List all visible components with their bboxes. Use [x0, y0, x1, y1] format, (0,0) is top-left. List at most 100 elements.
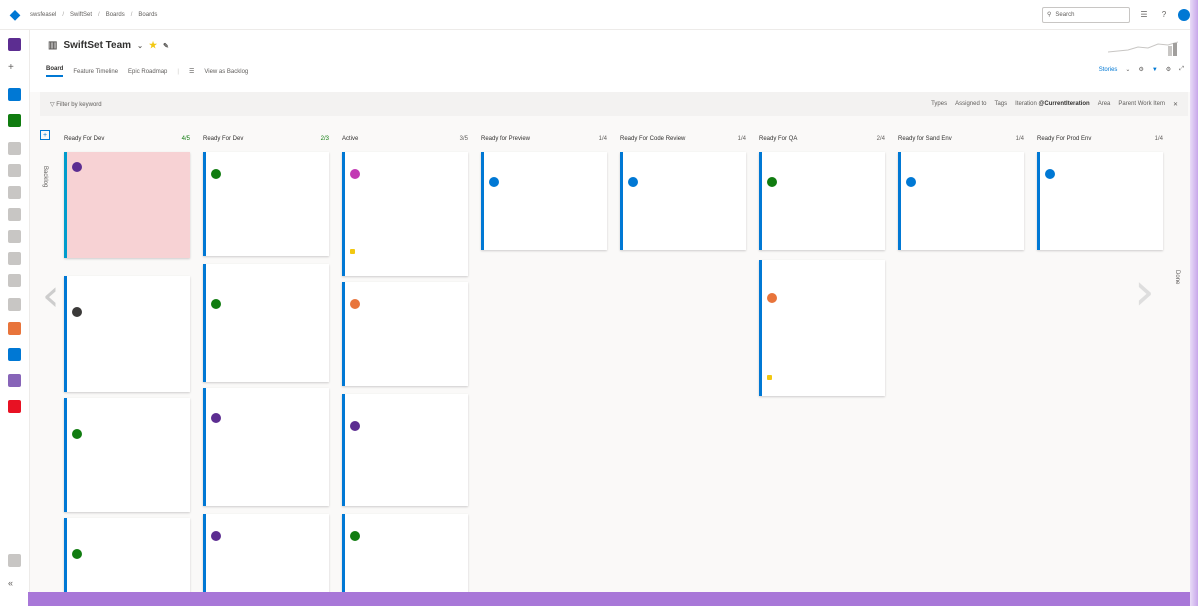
tab-board[interactable]: Board	[46, 66, 64, 77]
column-header[interactable]: Active 3/5	[342, 130, 472, 148]
card-assignee[interactable]	[767, 177, 880, 187]
collapse-icon[interactable]: «	[8, 578, 21, 591]
expand-icon[interactable]: ⤢	[1179, 66, 1184, 73]
analytics-icon[interactable]	[8, 274, 21, 287]
breadcrumb-item[interactable]: Boards	[138, 12, 157, 18]
team-name[interactable]: SwiftSet Team	[63, 40, 131, 51]
overview-icon[interactable]	[8, 88, 21, 101]
card-assignee[interactable]	[767, 293, 880, 303]
filter-iteration[interactable]: Iteration @CurrentIteration	[1015, 101, 1090, 108]
work-item-card[interactable]	[342, 282, 468, 386]
work-item-card[interactable]	[759, 152, 885, 250]
gear-icon[interactable]: ⚙	[1166, 66, 1171, 73]
project-icon[interactable]	[8, 38, 21, 51]
work-item-card[interactable]	[203, 388, 329, 506]
queries-icon[interactable]	[8, 230, 21, 243]
column-header[interactable]: Ready For Code Review 1/4	[620, 130, 750, 148]
help-icon[interactable]: ?	[1158, 9, 1170, 21]
column-header[interactable]: Ready for Sand Env 1/4	[898, 130, 1028, 148]
backlog-level-select[interactable]: Stories	[1099, 67, 1118, 73]
done-column-label[interactable]: Done	[1174, 270, 1180, 284]
avatar	[350, 299, 360, 309]
top-bar: ◆ swsfeasel / SwiftSet / Boards / Boards…	[0, 0, 1198, 30]
work-item-card[interactable]	[64, 152, 190, 258]
card-assignee[interactable]	[350, 531, 463, 541]
work-item-card[interactable]	[203, 264, 329, 382]
backlogs-icon[interactable]	[8, 186, 21, 199]
filter-assigned-to[interactable]: Assigned to	[955, 101, 986, 108]
work-item-card[interactable]	[203, 152, 329, 256]
filter-tags[interactable]: Tags	[994, 101, 1007, 108]
card-assignee[interactable]	[628, 177, 741, 187]
column-header[interactable]: Ready For Dev 2/3	[203, 130, 333, 148]
repos-icon[interactable]	[8, 298, 21, 311]
work-item-card[interactable]	[481, 152, 607, 250]
card-assignee[interactable]	[211, 169, 324, 179]
add-icon[interactable]: +	[8, 62, 21, 75]
filter-keyword-input[interactable]: ▽ Filter by keyword	[40, 101, 102, 108]
breadcrumb-item[interactable]: swsfeasel	[30, 12, 56, 18]
card-assignee[interactable]	[350, 299, 463, 309]
work-item-card[interactable]	[64, 276, 190, 392]
view-as-backlog-link[interactable]: View as Backlog	[204, 69, 248, 75]
team-settings-icon[interactable]: ✎	[163, 42, 169, 50]
delivery-plans-icon[interactable]	[8, 252, 21, 265]
azure-devops-logo-icon[interactable]: ◆	[0, 0, 30, 30]
card-assignee[interactable]	[211, 413, 324, 423]
filter-parent-work-item[interactable]: Parent Work Item	[1118, 101, 1165, 108]
settings-gear-icon[interactable]: ⚙	[1138, 66, 1143, 73]
tab-feature-timeline[interactable]: Feature Timeline	[73, 69, 118, 75]
card-assignee[interactable]	[211, 531, 324, 541]
extension-icon[interactable]	[8, 400, 21, 413]
work-item-card[interactable]	[203, 514, 329, 596]
card-assignee[interactable]	[72, 162, 185, 172]
card-assignee[interactable]	[350, 421, 463, 431]
card-assignee[interactable]	[906, 177, 1019, 187]
card-assignee[interactable]	[72, 429, 185, 439]
work-item-card[interactable]	[620, 152, 746, 250]
work-item-card[interactable]	[342, 152, 468, 276]
pipelines-icon[interactable]	[8, 348, 21, 361]
card-assignee[interactable]	[1045, 169, 1158, 179]
artifacts-icon[interactable]	[8, 322, 21, 335]
boards-icon[interactable]	[8, 114, 21, 127]
column-header[interactable]: Ready for Preview 1/4	[481, 130, 611, 148]
card-assignee[interactable]	[489, 177, 602, 187]
boards-sub-icon[interactable]	[8, 164, 21, 177]
scroll-left-chevron-icon[interactable]: ‹	[42, 270, 68, 326]
chevron-down-icon[interactable]: ⌄	[1125, 66, 1130, 73]
work-item-card[interactable]	[1037, 152, 1163, 250]
work-item-card[interactable]	[898, 152, 1024, 250]
work-item-card[interactable]	[64, 518, 190, 596]
work-item-card[interactable]	[342, 394, 468, 506]
card-assignee[interactable]	[350, 169, 463, 179]
test-plans-icon[interactable]	[8, 374, 21, 387]
column-header[interactable]: Ready For QA 2/4	[759, 130, 889, 148]
filter-types[interactable]: Types	[931, 101, 947, 108]
card-assignee[interactable]	[72, 307, 185, 317]
tab-epic-roadmap[interactable]: Epic Roadmap	[128, 69, 167, 75]
filter-area[interactable]: Area	[1098, 101, 1111, 108]
work-item-card[interactable]	[342, 514, 468, 596]
settings-icon[interactable]	[8, 554, 21, 567]
list-icon[interactable]: ☰	[1138, 9, 1150, 21]
avatar[interactable]	[1178, 8, 1190, 21]
collapsed-backlog-column[interactable]: + Backlog	[40, 130, 54, 596]
add-item-icon[interactable]: +	[40, 130, 50, 140]
column-header[interactable]: Ready For Prod Env 1/4	[1037, 130, 1167, 148]
search-input[interactable]: ⚲ Search	[1042, 6, 1130, 23]
card-assignee[interactable]	[72, 549, 185, 559]
filter-icon[interactable]: ▼	[1152, 67, 1158, 73]
chevron-down-icon[interactable]: ⌄	[137, 42, 143, 50]
sprints-icon[interactable]	[8, 208, 21, 221]
card-assignee[interactable]	[211, 299, 324, 309]
work-item-card[interactable]	[759, 260, 885, 396]
scroll-right-chevron-icon[interactable]: ›	[1134, 262, 1162, 322]
breadcrumb-item[interactable]: Boards	[106, 12, 125, 18]
close-icon[interactable]: ✕	[1173, 101, 1178, 108]
work-item-card[interactable]	[64, 398, 190, 512]
workitems-icon[interactable]	[8, 142, 21, 155]
breadcrumb-item[interactable]: SwiftSet	[70, 12, 92, 18]
column-header[interactable]: Ready For Dev 4/5	[64, 130, 194, 148]
favorite-star-icon[interactable]: ★	[149, 40, 157, 51]
